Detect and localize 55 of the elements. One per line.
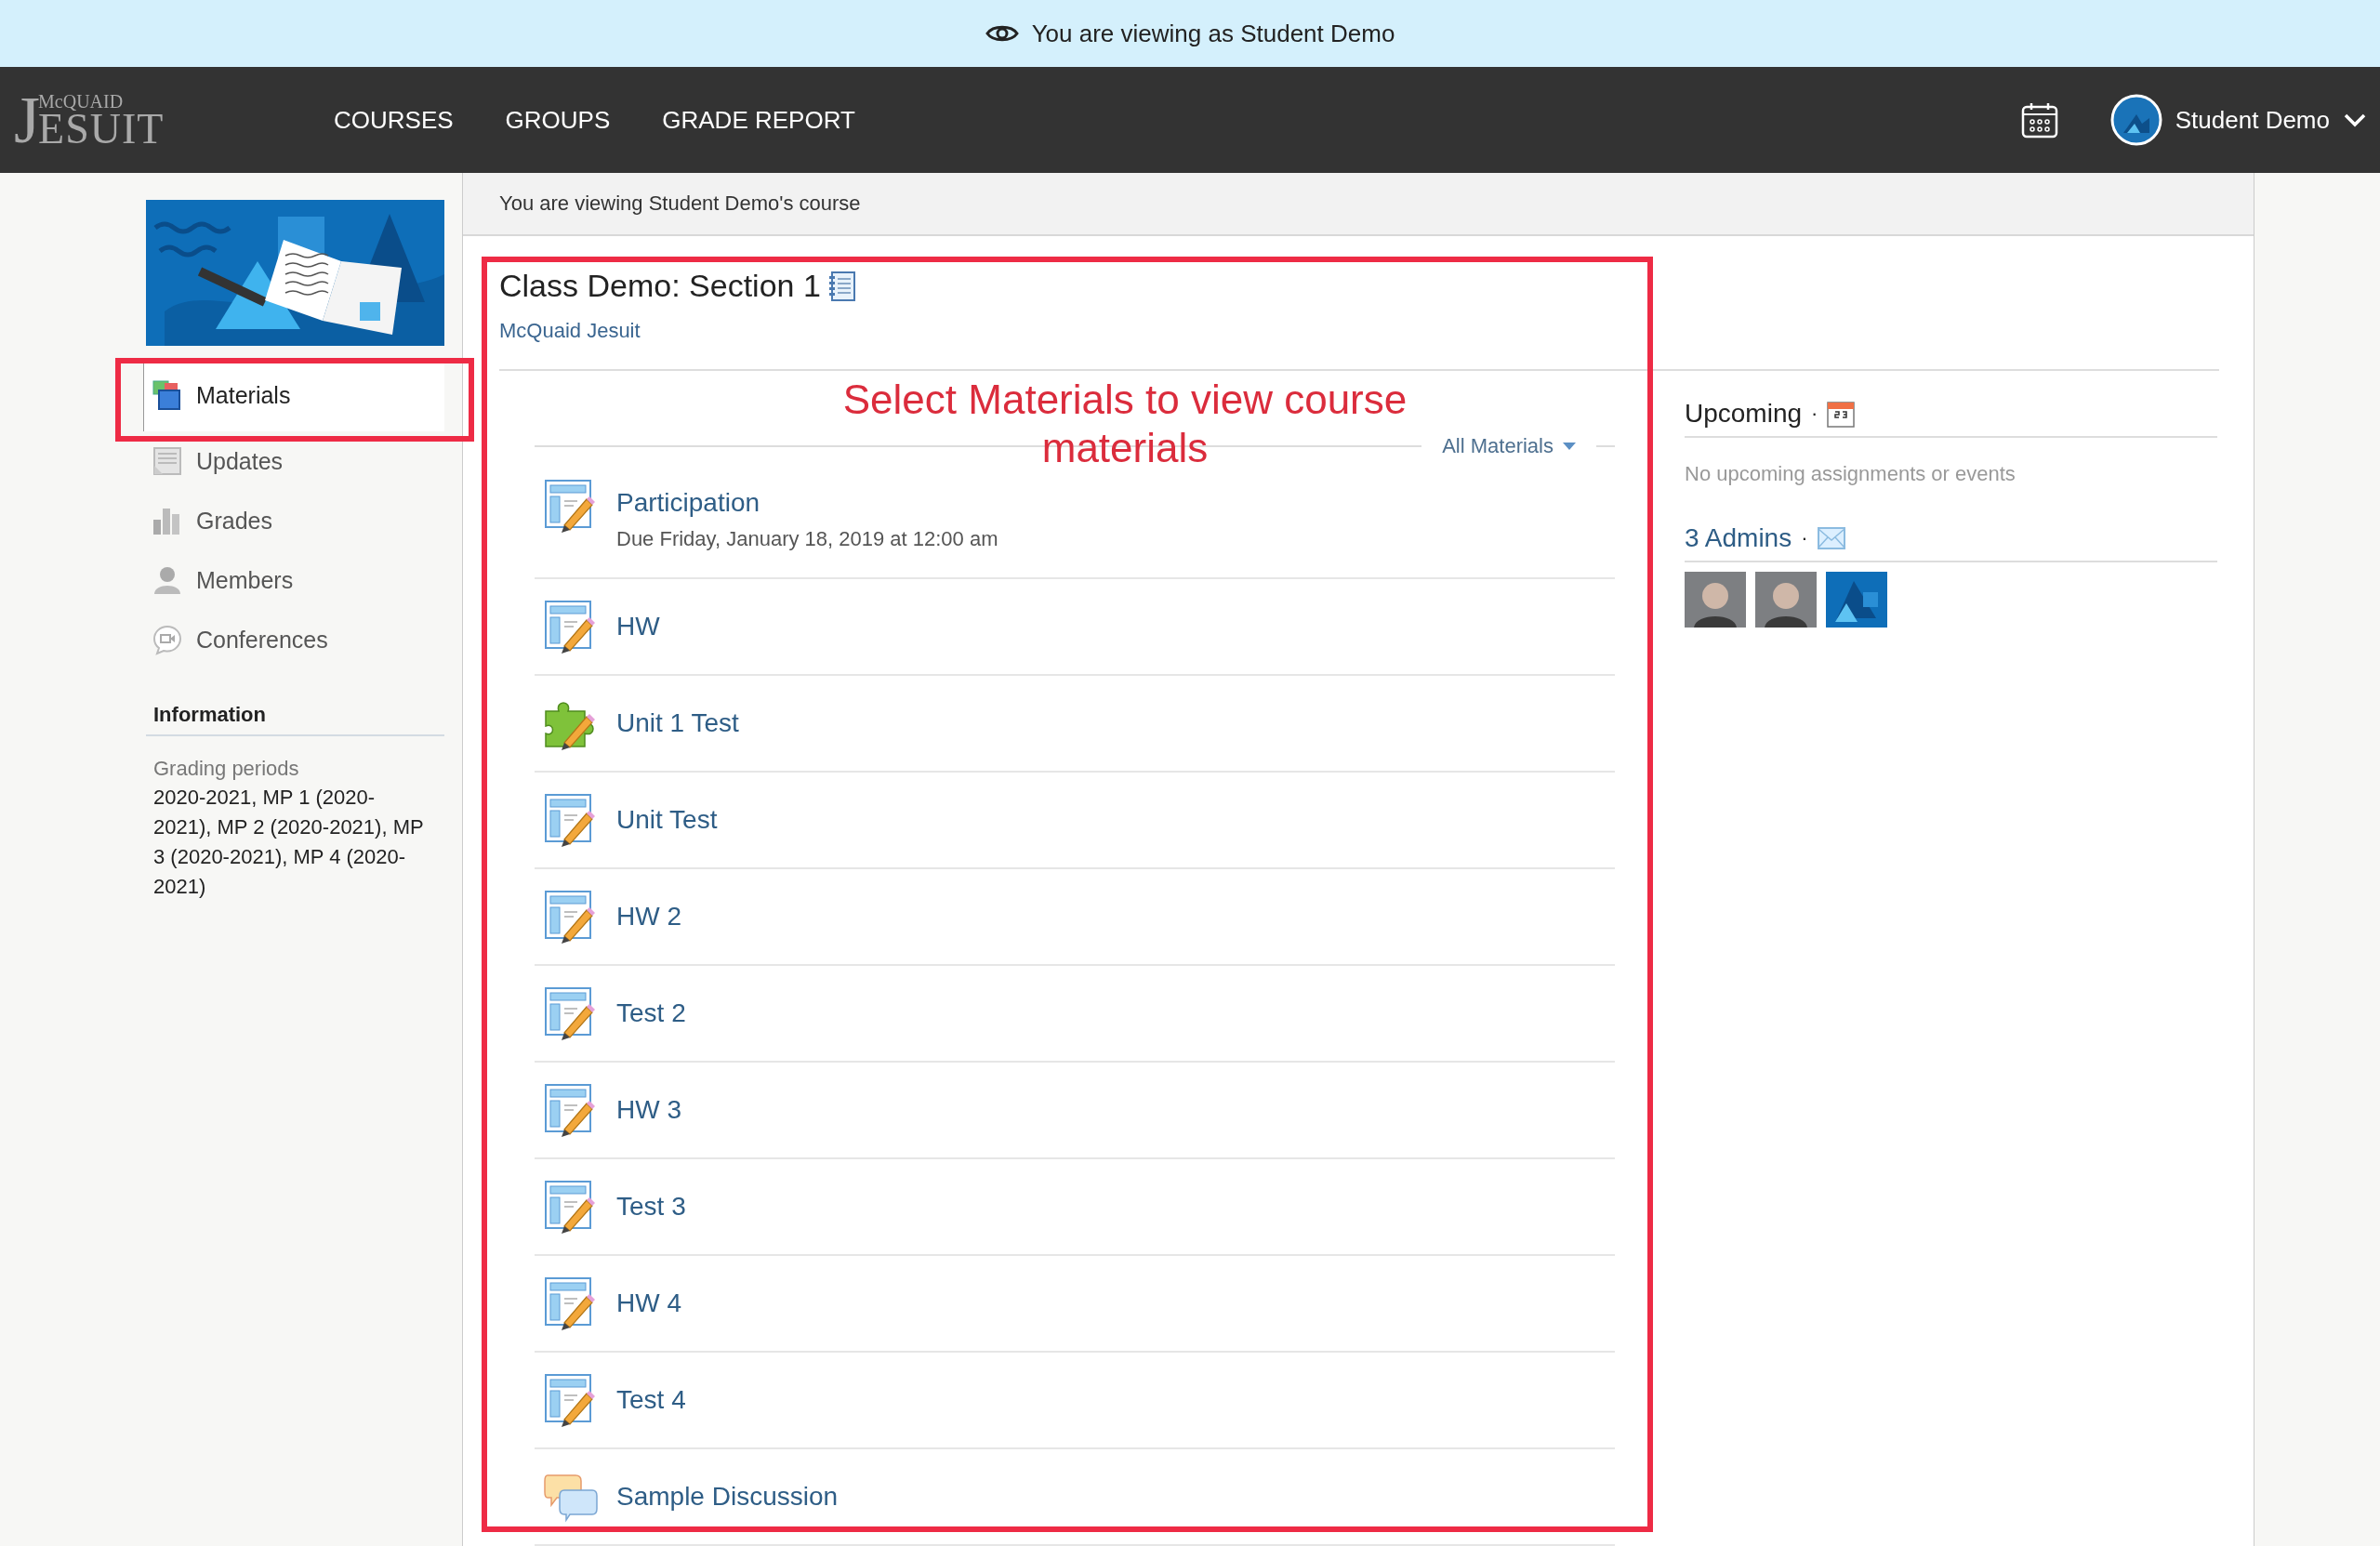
material-link[interactable]: HW 3 — [616, 1095, 681, 1125]
person-icon — [152, 564, 183, 596]
avatar-icon — [2109, 94, 2162, 146]
calendar-icon[interactable] — [1827, 400, 1856, 428]
material-link[interactable]: HW 4 — [616, 1288, 681, 1318]
viewing-notice: You are viewing as Student Demo — [1031, 19, 1395, 48]
assignment-icon — [544, 1180, 598, 1234]
user-menu-button[interactable]: Student Demo — [2109, 94, 2367, 146]
material-link[interactable]: HW 2 — [616, 902, 681, 932]
material-link[interactable]: HW — [616, 612, 660, 641]
calendar-icon[interactable] — [2020, 101, 2058, 139]
nav-link[interactable]: GROUPS — [505, 105, 611, 135]
assignment-icon — [544, 890, 598, 944]
info-text: 2020-2021, MP 1 (2020-2021), MP 2 (2020-2021), MP 3 (2020-2021), MP 4 (2020-2021) — [153, 785, 425, 900]
material-link[interactable]: Test 2 — [616, 998, 686, 1028]
separator: · — [1811, 402, 1818, 426]
material-link[interactable]: Unit Test — [616, 805, 718, 835]
avatar — [1755, 572, 1817, 628]
empty-message: No upcoming assignments or events — [1685, 462, 2016, 486]
assignment-icon — [544, 986, 598, 1040]
avatar — [1685, 572, 1746, 628]
material-link[interactable]: Test 3 — [616, 1192, 686, 1222]
section-heading: Upcoming — [1685, 399, 1803, 429]
separator: · — [1801, 526, 1808, 550]
caret-icon — [1563, 443, 1576, 450]
assignment-icon — [544, 479, 598, 533]
material-link[interactable]: Participation — [616, 488, 998, 518]
assignment-icon — [544, 793, 598, 847]
annotation-text: Select Materials to view course materials — [841, 376, 1408, 472]
notebook-icon — [827, 270, 856, 302]
course-notice: You are viewing Student Demo's course — [463, 173, 2254, 236]
due-date: Due Friday, January 18, 2019 at 12:00 am — [616, 527, 998, 551]
info-label: Grading periods — [153, 757, 300, 781]
material-link[interactable]: Test 4 — [616, 1385, 686, 1415]
material-link[interactable]: Sample Discussion — [616, 1482, 839, 1512]
nav-link[interactable]: GRADE REPORT — [662, 105, 855, 135]
filter-dropdown[interactable]: All Materials — [1421, 434, 1596, 458]
sidebar-item[interactable]: Updates — [143, 431, 444, 491]
chevron-down-icon — [2343, 112, 2367, 128]
assignment-icon — [544, 1373, 598, 1427]
page-icon — [152, 445, 183, 477]
sidebar-item[interactable]: Members — [143, 550, 444, 610]
material-link[interactable]: Unit 1 Test — [616, 708, 739, 738]
assignment-icon — [544, 1276, 598, 1330]
materials-icon — [152, 379, 183, 411]
nav-link[interactable]: COURSES — [334, 105, 454, 135]
school-link[interactable]: McQuaid Jesuit — [499, 319, 2219, 343]
assignment-icon — [544, 600, 598, 654]
course-title: Class Demo: Section 1 — [499, 268, 821, 304]
video-chat-icon — [152, 624, 183, 655]
sidebar-item[interactable]: Grades — [143, 491, 444, 550]
assignment-icon — [544, 1083, 598, 1137]
admins-link[interactable]: 3 Admins — [1685, 523, 1792, 553]
section-heading: Information — [146, 703, 444, 736]
sidebar-item[interactable]: Conferences — [143, 610, 444, 669]
